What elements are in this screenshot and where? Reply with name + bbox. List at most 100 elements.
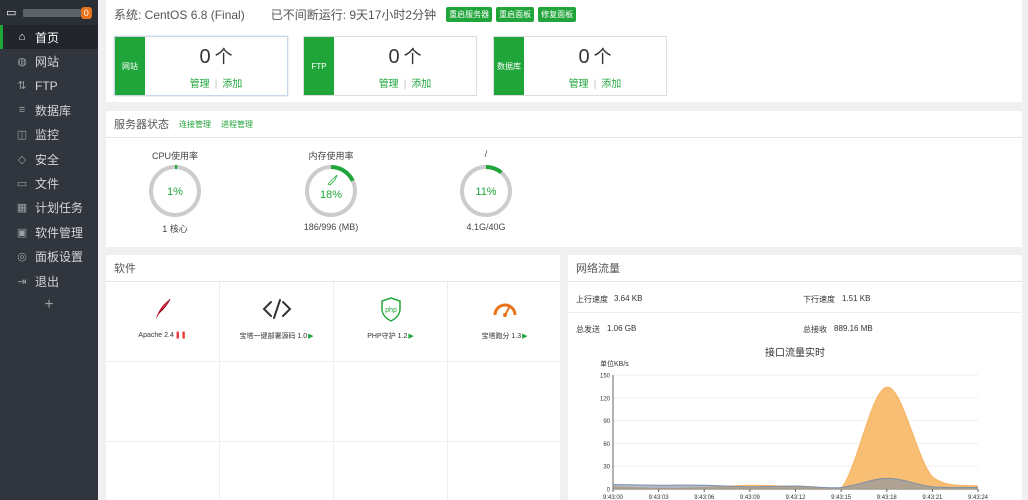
software-tile-apache[interactable]: Apache 2.4❚❚ xyxy=(106,282,220,362)
y-tick-label: 30 xyxy=(603,465,610,471)
disk-usage: 4.1G/40G xyxy=(466,222,506,232)
ftp-count: 0 xyxy=(388,45,400,68)
software-tile-empty xyxy=(220,442,334,500)
add-menu-button[interactable]: + xyxy=(0,293,98,317)
sidebar-item-label: 监控 xyxy=(35,128,60,143)
sidebar-item-label: FTP xyxy=(35,78,58,93)
upload-label: 上行速度 xyxy=(576,295,608,304)
sidebar-item-label: 数据库 xyxy=(35,103,72,118)
website-count-unit: 个 xyxy=(214,46,233,67)
cpu-gauge-value: 1% xyxy=(167,186,183,198)
software-tile-deploy[interactable]: 宝塔一键部署源码 1.0▶ xyxy=(220,282,334,362)
home-icon: ⌂ xyxy=(18,31,26,44)
database-count: 0 xyxy=(578,45,590,68)
sidebar-item[interactable]: ⇅ FTP xyxy=(0,74,98,98)
cpu-gauge-ring: 1% xyxy=(149,165,201,217)
speedometer-icon xyxy=(493,303,516,317)
connection-manage-link[interactable]: 连接管理 xyxy=(179,119,211,130)
system-info: 系统: CentOS 6.8 (Final) xyxy=(114,7,245,22)
sidebar-item[interactable]: ◎ 面板设置 xyxy=(0,245,98,269)
benchmark-name: 宝塔跑分 1.3 xyxy=(481,333,522,340)
ftp-add-link[interactable]: 添加 xyxy=(411,79,431,90)
ftp-card: FTP 0个 管理 | 添加 xyxy=(303,36,477,96)
website-manage-link[interactable]: 管理 xyxy=(190,79,210,90)
memory-gauge-ring: 18% xyxy=(305,165,357,217)
top-status-bar: 系统: CentOS 6.8 (Final) 已不间断运行: 9天17小时2分钟… xyxy=(106,0,1022,28)
process-manage-link[interactable]: 进程管理 xyxy=(221,119,253,130)
total-row: 总发送 1.06 GB 总接收 889.16 MB xyxy=(568,313,1022,343)
restart-panel-button[interactable]: 重启面板 xyxy=(496,6,535,22)
sidebar-item-label: 面板设置 xyxy=(35,250,84,265)
software-tile-empty xyxy=(448,442,562,500)
database-add-link[interactable]: 添加 xyxy=(601,79,621,90)
y-tick-label: 60 xyxy=(603,442,610,448)
upload-value: 3.64 KB xyxy=(614,294,643,303)
apps-icon: ▣ xyxy=(16,226,28,239)
running-icon: ▶ xyxy=(308,333,314,340)
sidebar-item-label: 退出 xyxy=(35,274,60,289)
y-axis-label: 单位KB/s xyxy=(600,359,629,368)
website-card: 网站 0个 管理 | 添加 xyxy=(114,36,288,96)
software-tile-benchmark[interactable]: 宝塔跑分 1.3▶ xyxy=(448,282,562,362)
network-panel: 网络流量 上行速度 3.64 KB 下行速度 1.51 KB 总发送 1.06 … xyxy=(568,255,1022,500)
sidebar-item[interactable]: ⌂ 首页 xyxy=(0,25,98,50)
sidebar-item[interactable]: ◇ 安全 xyxy=(0,147,98,171)
y-tick-label: 120 xyxy=(600,396,611,402)
x-tick-label: 9:43:03 xyxy=(649,495,670,500)
software-tile-empty xyxy=(106,442,220,500)
software-tile-empty xyxy=(334,442,448,500)
memory-gauge-value: 18% xyxy=(320,189,342,201)
software-panel: 软件 Apache 2.4❚❚ 宝塔一键部署源码 1.0▶ php PHP守护 … xyxy=(106,255,562,500)
cpu-gauge[interactable]: CPU使用率 1% 1 核心 xyxy=(125,149,225,235)
database-icon: ≡ xyxy=(18,104,26,117)
website-add-link[interactable]: 添加 xyxy=(222,79,242,90)
logout-icon: ⇥ xyxy=(17,275,27,288)
x-tick-label: 9:43:18 xyxy=(877,495,898,500)
x-tick-label: 9:43:12 xyxy=(785,495,806,500)
x-tick-label: 9:43:09 xyxy=(740,495,761,500)
sidebar-item[interactable]: ▭ 文件 xyxy=(0,171,98,195)
running-icon: ▶ xyxy=(522,333,528,340)
disk-gauge[interactable]: / 11% 4.1G/40G xyxy=(436,149,536,232)
x-tick-label: 9:43:06 xyxy=(694,495,715,500)
ftp-manage-link[interactable]: 管理 xyxy=(379,79,399,90)
globe-icon: ◍ xyxy=(17,56,27,69)
sidebar-item[interactable]: ◫ 监控 xyxy=(0,123,98,147)
y-tick-label: 90 xyxy=(603,419,610,425)
memory-usage: 186/996 (MB) xyxy=(303,222,359,232)
restart-server-button[interactable]: 重启服务器 xyxy=(446,6,493,22)
uptime-info: 已不间断运行: 9天17小时2分钟 xyxy=(270,7,437,22)
sidebar-item[interactable]: ⇥ 退出 xyxy=(0,269,98,293)
stopped-icon: ❚❚ xyxy=(174,332,187,339)
running-icon: ▶ xyxy=(408,333,414,340)
sidebar-item[interactable]: ▦ 计划任务 xyxy=(0,196,98,220)
sidebar-item-label: 网站 xyxy=(35,55,60,70)
svg-text:php: php xyxy=(385,307,397,314)
folder-icon: ▭ xyxy=(16,178,28,191)
repair-panel-button[interactable]: 修复面板 xyxy=(538,6,577,22)
series-area-0 xyxy=(613,387,978,489)
sidebar-item[interactable]: ◍ 网站 xyxy=(0,49,98,73)
sidebar-item-label: 安全 xyxy=(35,152,60,167)
software-tile-php-guard[interactable]: php PHP守护 1.2▶ xyxy=(334,282,448,362)
x-tick-label: 9:43:15 xyxy=(831,495,852,500)
sent-value: 1.06 GB xyxy=(607,324,637,333)
memory-gauge[interactable]: 内存使用率 18% 186/996 (MB) xyxy=(281,149,381,232)
deploy-name: 宝塔一键部署源码 1.0 xyxy=(239,333,308,340)
cpu-gauge-label: CPU使用率 xyxy=(151,151,198,161)
database-manage-link[interactable]: 管理 xyxy=(569,79,589,90)
ftp-icon: ⇅ xyxy=(17,80,27,93)
php-guard-name: PHP守护 1.2 xyxy=(367,333,408,340)
sidebar-item[interactable]: ▣ 软件管理 xyxy=(0,220,98,244)
sidebar-item-label: 首页 xyxy=(35,30,60,45)
software-tile-empty xyxy=(106,362,220,442)
y-tick-label: 0 xyxy=(607,488,611,494)
cpu-cores: 1 核心 xyxy=(162,224,188,234)
network-title: 网络流量 xyxy=(576,263,620,275)
software-title: 软件 xyxy=(114,263,136,275)
sidebar: ▭ 0 ⌂ 首页 ◍ 网站 ⇅ FTP ≡ 数据库 ◫ 监控 ◇ 安全 ▭ 文件 ▦ 计划任务 ▣ 软件管理 ◎ 面板… xyxy=(0,0,98,500)
notification-badge[interactable]: 0 xyxy=(80,6,92,19)
software-tile-empty xyxy=(220,362,334,442)
sidebar-item[interactable]: ≡ 数据库 xyxy=(0,98,98,122)
sent-label: 总发送 xyxy=(576,325,600,334)
